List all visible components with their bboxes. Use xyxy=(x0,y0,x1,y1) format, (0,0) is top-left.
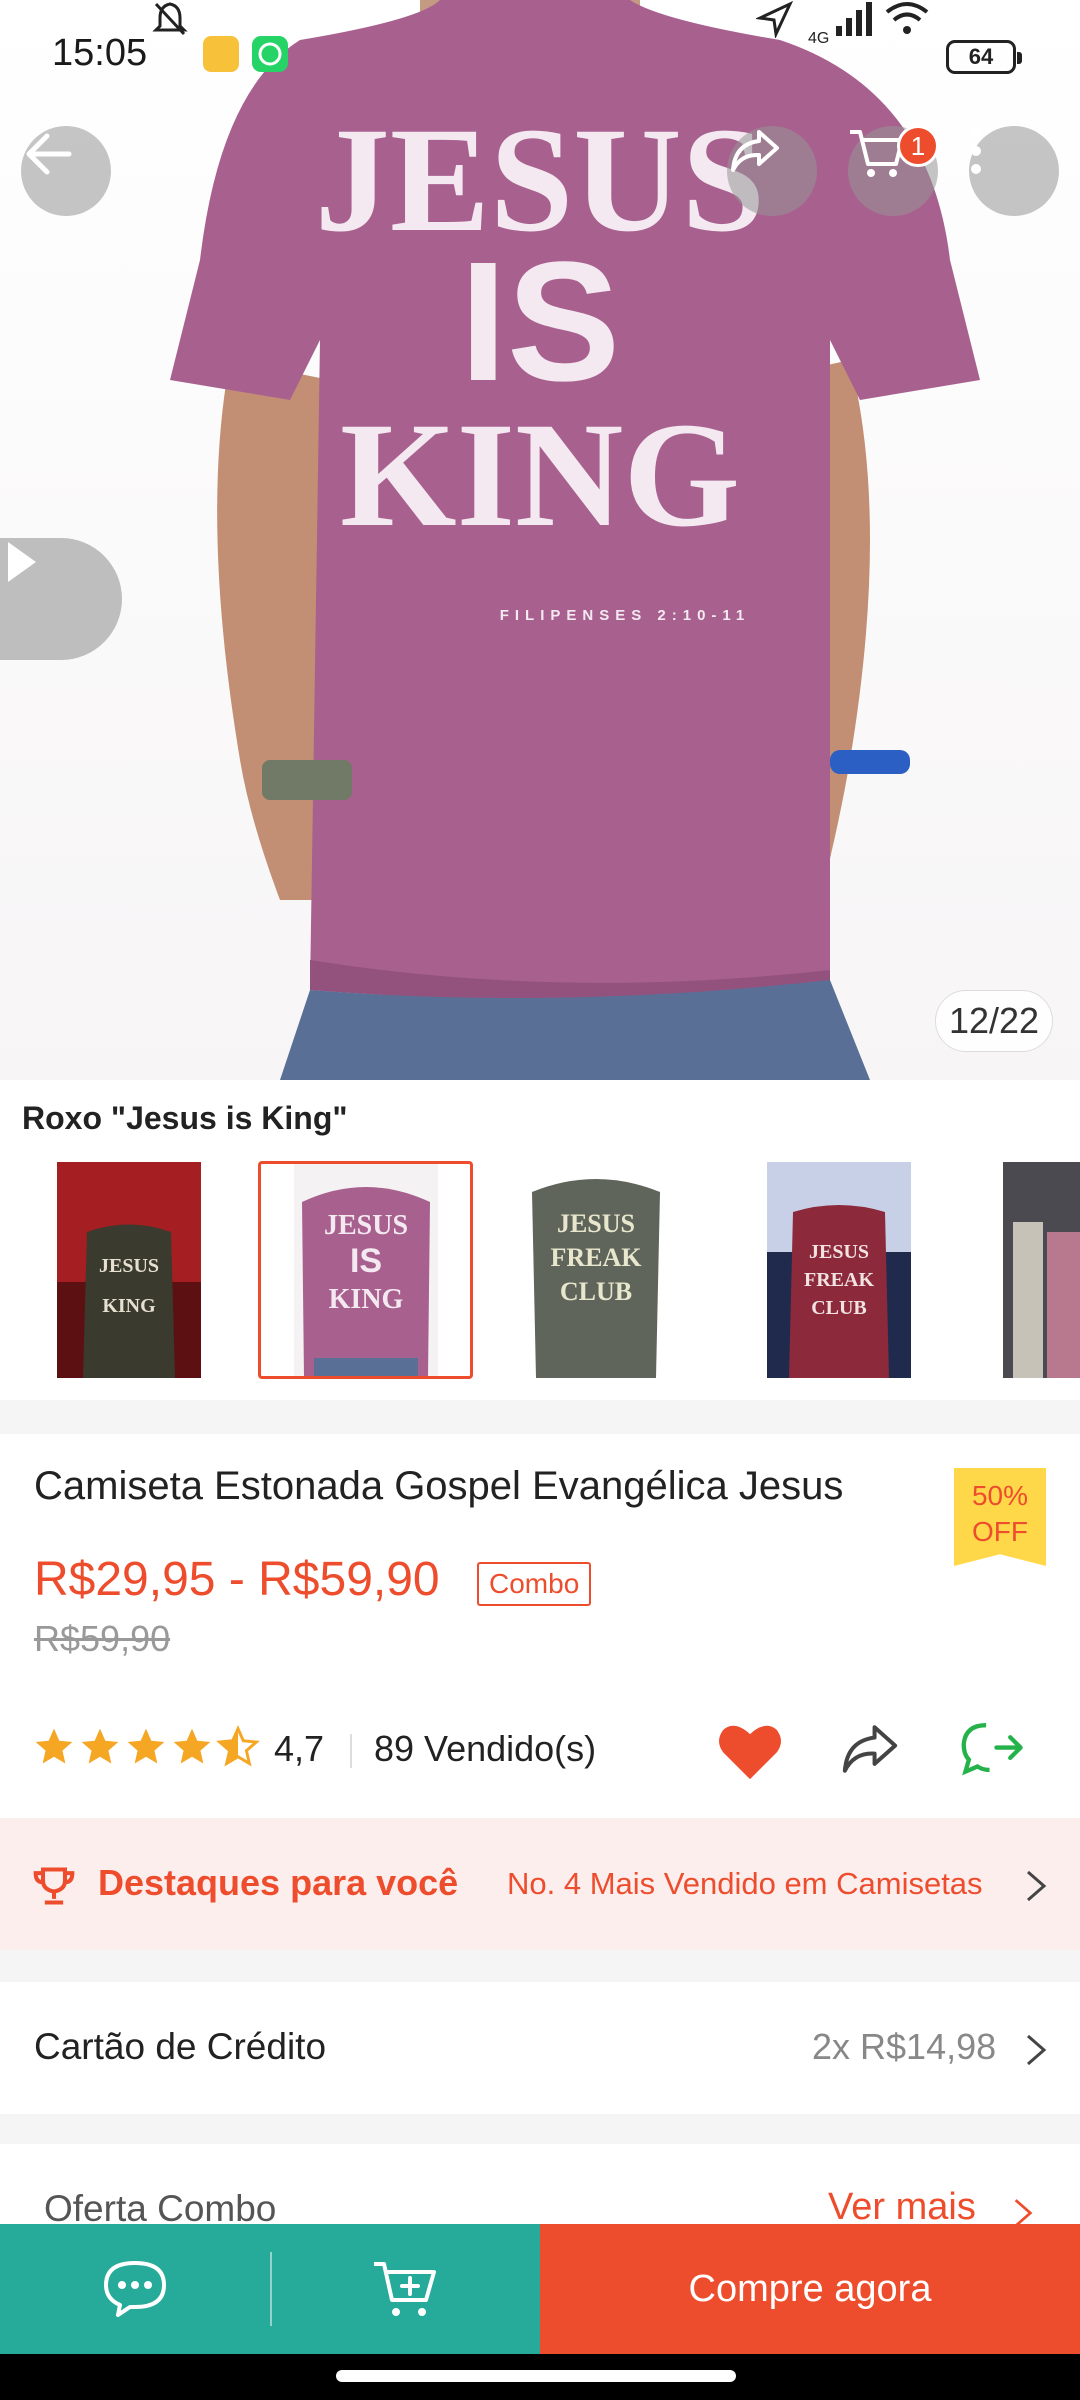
variant-thumbnails: JESUS KING JESUS IS KING JESUS FREAK CLU… xyxy=(0,1161,1080,1382)
print-line-3: KING xyxy=(340,392,740,558)
rating-divider xyxy=(350,1734,352,1768)
wifi-icon xyxy=(885,2,929,34)
location-arrow-icon xyxy=(756,0,794,38)
more-options-button[interactable] xyxy=(969,126,1059,216)
arrow-left-icon xyxy=(26,133,72,175)
share-arrow-icon xyxy=(731,130,779,172)
battery-indicator: 64 xyxy=(946,40,1022,74)
app-notification-icon xyxy=(203,36,239,72)
favorite-heart-icon[interactable] xyxy=(716,1720,784,1782)
svg-text:KING: KING xyxy=(102,1295,156,1317)
star-half-icon xyxy=(216,1725,260,1767)
installment-value: 2x R$14,98 xyxy=(812,2026,997,2067)
product-title: Camiseta Estonada Gospel Evangélica Jesu… xyxy=(34,1464,844,1508)
more-vertical-icon xyxy=(971,128,981,174)
whatsapp-notification-icon xyxy=(252,36,288,72)
sold-count: 89 Vendido(s) xyxy=(374,1728,597,1769)
share-top-button[interactable] xyxy=(727,126,817,216)
thumbnail-variant[interactable]: JESUS KING xyxy=(57,1162,201,1378)
mute-bell-icon xyxy=(152,2,188,36)
trophy-icon xyxy=(33,1867,75,1905)
price-range: R$29,95 - R$59,90 xyxy=(34,1553,440,1606)
thumbnail-variant[interactable]: JESUS FREAK CLUB xyxy=(524,1162,668,1378)
section-divider xyxy=(0,1400,1080,1434)
buy-now-button[interactable]: Compre agora xyxy=(540,2224,1080,2354)
back-button[interactable] xyxy=(21,126,111,216)
highlight-text: No. 4 Mais Vendido em Camisetas xyxy=(507,1866,983,1901)
play-video-button[interactable] xyxy=(0,538,122,660)
thumbnail-variant[interactable]: JESUS FREAK CLUB xyxy=(767,1162,911,1378)
combo-tag: Combo xyxy=(477,1562,592,1606)
star-full-icon xyxy=(127,1728,165,1764)
status-time: 15:05 xyxy=(52,32,148,74)
whatsapp-share-icon[interactable] xyxy=(958,1720,1028,1782)
svg-text:FREAK: FREAK xyxy=(551,1243,643,1272)
home-indicator[interactable] xyxy=(336,2370,736,2382)
selected-thumbnail-frame xyxy=(258,1161,473,1379)
rating-stars xyxy=(32,1725,260,1769)
product-image[interactable]: JESUS IS KING FILIPENSES 2:10-11 15:05 4… xyxy=(0,0,1080,1080)
star-full-icon xyxy=(81,1728,119,1764)
thumbnail-variant[interactable] xyxy=(1003,1162,1080,1378)
play-icon xyxy=(8,542,36,582)
cart-count-badge: 1 xyxy=(897,125,939,167)
print-reference: FILIPENSES 2:10-11 xyxy=(500,607,751,624)
svg-text:CLUB: CLUB xyxy=(811,1297,867,1319)
discount-badge: 50% OFF xyxy=(954,1468,1046,1566)
rating-value: 4,7 xyxy=(274,1728,325,1769)
svg-text:JESUS: JESUS xyxy=(809,1241,869,1263)
svg-text:FREAK: FREAK xyxy=(804,1269,874,1291)
signal-icon xyxy=(836,2,872,36)
credit-card-label: Cartão de Crédito xyxy=(34,2026,327,2067)
chevron-right-icon xyxy=(1027,2034,1047,2066)
chevron-right-icon xyxy=(1027,1870,1047,1902)
section-divider xyxy=(0,2114,1080,2144)
highlight-title: Destaques para você xyxy=(98,1862,459,1903)
chat-icon xyxy=(104,2261,166,2317)
chat-button[interactable] xyxy=(0,2224,270,2354)
discount-off: OFF xyxy=(972,1516,1028,1547)
star-full-icon xyxy=(35,1728,73,1764)
add-to-cart-icon xyxy=(374,2262,436,2316)
svg-text:CLUB: CLUB xyxy=(560,1277,632,1306)
print-line-2: IS xyxy=(460,227,621,417)
svg-text:JESUS: JESUS xyxy=(99,1255,159,1277)
variant-label: Roxo "Jesus is King" xyxy=(22,1100,348,1136)
bottom-action-bar: Compre agora xyxy=(0,2224,1080,2354)
see-more-link[interactable]: Ver mais xyxy=(828,2186,976,2229)
share-icon[interactable] xyxy=(838,1720,902,1778)
status-bar: 15:05 4G 64 xyxy=(0,0,1080,110)
image-counter: 12/22 xyxy=(935,990,1053,1052)
discount-percent: 50% xyxy=(971,1480,1029,1511)
svg-text:JESUS: JESUS xyxy=(557,1209,635,1238)
section-divider xyxy=(0,1950,1080,1982)
star-full-icon xyxy=(173,1728,211,1764)
original-price: R$59,90 xyxy=(34,1618,171,1659)
add-to-cart-button[interactable] xyxy=(270,2224,540,2354)
